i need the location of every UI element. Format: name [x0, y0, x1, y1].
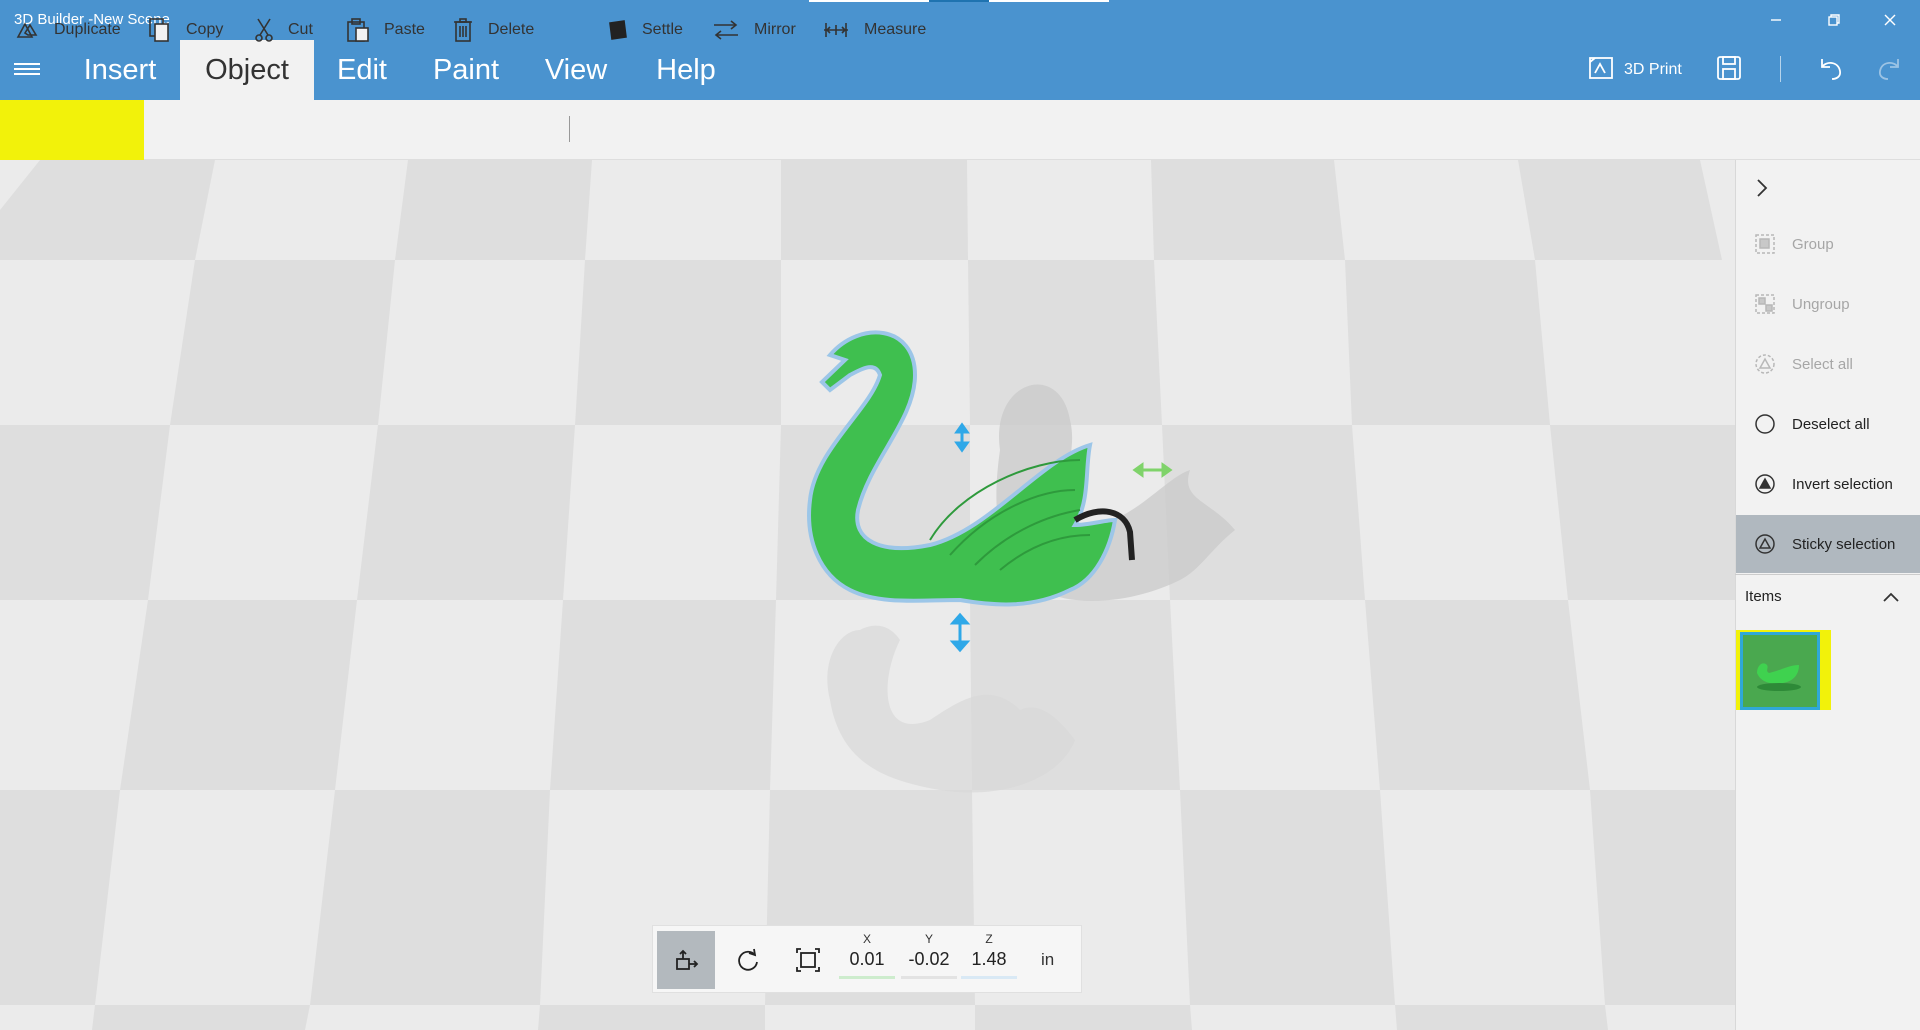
cut-button[interactable]: Cut: [254, 0, 313, 60]
delete-button[interactable]: Delete: [452, 0, 534, 60]
paste-icon: [347, 18, 369, 42]
duplicate-button[interactable]: Duplicate: [16, 0, 121, 60]
redo-button[interactable]: [1876, 52, 1904, 88]
deselect-all-label: Deselect all: [1792, 415, 1870, 433]
ungroup-button[interactable]: Ungroup: [1736, 277, 1920, 331]
title-accent-line: [929, 0, 989, 2]
y-label: Y: [924, 932, 933, 946]
scissors-icon: [255, 18, 273, 42]
scale-tool-button[interactable]: [779, 931, 837, 989]
copy-button[interactable]: Copy: [148, 0, 223, 60]
scale-icon: [796, 948, 820, 972]
chevron-up-icon: [1883, 592, 1899, 602]
rotate-tool-button[interactable]: [719, 931, 777, 989]
item-thumbnail-swan[interactable]: [1740, 632, 1820, 710]
x-value: 0.01: [849, 949, 885, 969]
x-coordinate[interactable]: X 0.01: [839, 932, 895, 979]
undo-icon: [1816, 55, 1844, 86]
minimize-button[interactable]: [1756, 6, 1796, 34]
z-coordinate[interactable]: Z 1.48: [961, 932, 1017, 979]
save-button[interactable]: [1716, 52, 1742, 88]
paste-label: Paste: [384, 21, 425, 38]
invert-selection-label: Invert selection: [1792, 475, 1893, 493]
copy-label: Copy: [186, 21, 224, 38]
items-collapse-button[interactable]: [1882, 590, 1900, 609]
group-icon: [1755, 234, 1775, 254]
trash-icon: [454, 18, 472, 42]
tab-view[interactable]: View: [536, 40, 616, 100]
y-value: -0.02: [908, 949, 950, 969]
swan-thumbnail-icon: [1743, 635, 1817, 707]
toolbar-divider: [1780, 56, 1781, 82]
checkered-floor: [0, 160, 1735, 1030]
minimize-icon: [1771, 19, 1781, 21]
hamburger-menu-button[interactable]: [14, 60, 40, 80]
delete-label: Delete: [488, 21, 535, 38]
items-header: Items: [1745, 588, 1782, 605]
select-all-button[interactable]: Select all: [1736, 337, 1920, 391]
title-accent-line: [989, 0, 1109, 2]
paste-button[interactable]: Paste: [346, 0, 425, 60]
invert-selection-button[interactable]: Invert selection: [1736, 457, 1920, 511]
duplicate-icon: [16, 22, 38, 38]
group-label: Group: [1792, 235, 1834, 253]
x-label: X: [862, 932, 871, 946]
z-label: Z: [985, 932, 993, 946]
mirror-button[interactable]: Mirror: [712, 0, 796, 60]
hamburger-icon-line: [14, 73, 40, 75]
object-ribbon: [0, 100, 1920, 160]
transform-bar: X 0.01 Y -0.02 Z 1.48 in: [652, 925, 1082, 993]
3d-print-icon: [1588, 56, 1614, 85]
deselect-all-button[interactable]: Deselect all: [1736, 397, 1920, 451]
mirror-label: Mirror: [754, 21, 796, 38]
undo-button[interactable]: [1816, 52, 1844, 88]
copy-icon: [149, 18, 169, 42]
deselect-all-icon: [1755, 414, 1775, 434]
3d-print-button[interactable]: 3D Print: [1588, 52, 1682, 88]
3d-print-label: 3D Print: [1624, 61, 1682, 78]
measure-label: Measure: [864, 21, 927, 38]
chevron-right-icon: [1757, 179, 1768, 197]
settle-label: Settle: [642, 21, 683, 38]
measure-button[interactable]: Measure: [822, 0, 926, 60]
x-axis-bar: [839, 976, 895, 979]
ribbon-divider: [569, 116, 570, 142]
sticky-selection-icon: [1755, 534, 1775, 554]
move-tool-button[interactable]: [657, 931, 715, 989]
collapse-panel-button[interactable]: [1754, 176, 1770, 205]
hamburger-icon: [14, 63, 40, 65]
sticky-selection-button[interactable]: Sticky selection: [1736, 515, 1920, 573]
redo-icon: [1876, 55, 1904, 86]
unit-label[interactable]: in: [1041, 950, 1054, 970]
ungroup-icon: [1755, 294, 1775, 314]
mirror-icon: [714, 20, 738, 40]
y-axis-bar: [901, 976, 957, 979]
sticky-selection-label: Sticky selection: [1792, 535, 1896, 553]
select-all-icon: [1755, 354, 1775, 374]
y-coordinate[interactable]: Y -0.02: [901, 932, 957, 979]
restore-icon: [1828, 14, 1840, 26]
restore-button[interactable]: [1814, 6, 1854, 34]
save-icon: [1716, 55, 1742, 86]
invert-selection-icon: [1755, 474, 1775, 494]
close-icon: [1884, 14, 1896, 26]
close-button[interactable]: [1870, 6, 1910, 34]
z-axis-bar: [961, 976, 1017, 979]
rotate-icon: [738, 948, 758, 971]
settle-icon: [609, 20, 627, 40]
measure-icon: [824, 23, 848, 37]
3d-viewport[interactable]: [0, 160, 1735, 1030]
z-value: 1.48: [971, 949, 1007, 969]
hamburger-icon-line: [14, 68, 40, 70]
settle-button[interactable]: Settle: [606, 0, 683, 60]
select-all-label: Select all: [1792, 355, 1853, 373]
ungroup-label: Ungroup: [1792, 295, 1850, 313]
duplicate-label: Duplicate: [54, 21, 121, 38]
move-icon: [676, 949, 699, 970]
cut-label: Cut: [288, 21, 313, 38]
group-button[interactable]: Group: [1736, 217, 1920, 271]
side-panel-divider: [1735, 574, 1920, 575]
